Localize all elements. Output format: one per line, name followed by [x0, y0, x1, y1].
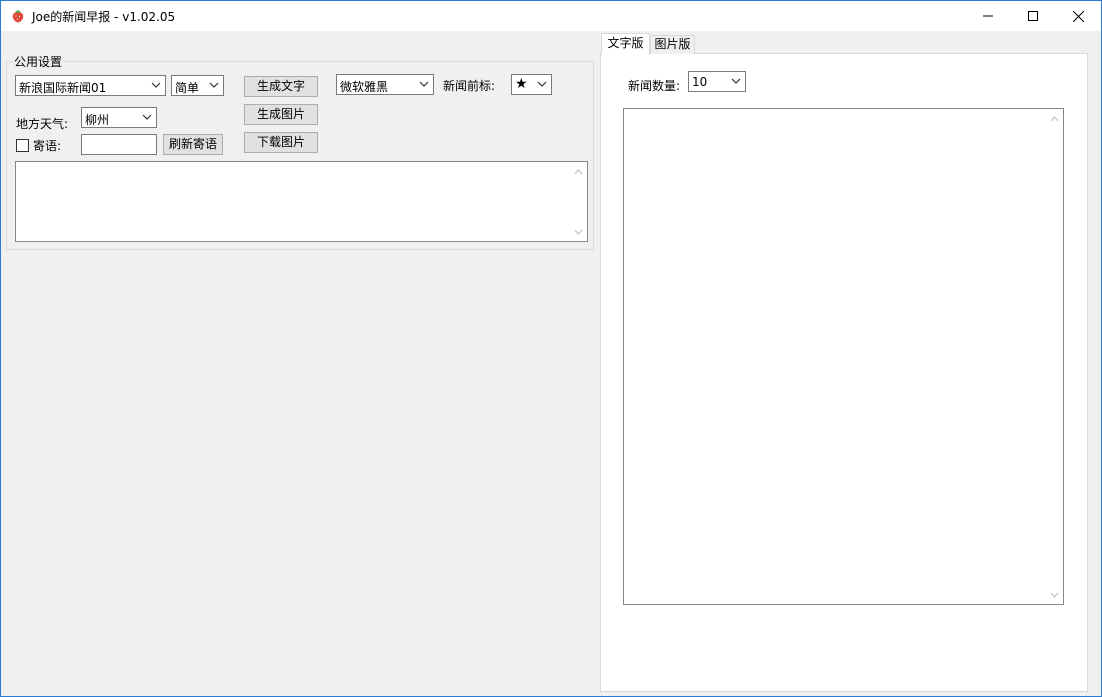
minimize-icon: [983, 15, 993, 17]
script-variant-value: 简单: [175, 81, 200, 95]
scroll-down-arrow-icon[interactable]: [1050, 592, 1059, 598]
download-image-button[interactable]: 下载图片: [244, 132, 318, 153]
maximize-button[interactable]: [1010, 1, 1056, 31]
log-textarea[interactable]: [15, 161, 588, 242]
news-prefix-value: ★: [515, 76, 528, 92]
text-version-tab-page: 新闻数量: 10: [600, 53, 1088, 692]
generate-text-button[interactable]: 生成文字: [244, 76, 318, 97]
chevron-down-icon: [537, 81, 547, 87]
refresh-message-button[interactable]: 刷新寄语: [163, 134, 223, 155]
group-title: 公用设置: [13, 53, 64, 70]
chevron-down-icon: [731, 78, 741, 84]
message-checkbox[interactable]: [16, 139, 29, 152]
chevron-down-icon: [419, 81, 429, 87]
generate-image-button[interactable]: 生成图片: [244, 104, 318, 125]
chevron-down-icon: [151, 82, 161, 88]
minimize-button[interactable]: [965, 1, 1011, 31]
script-variant-select[interactable]: 简单: [171, 75, 224, 96]
chevron-down-icon: [142, 114, 152, 120]
weather-label: 地方天气:: [16, 117, 69, 131]
news-count-select[interactable]: 10: [688, 71, 746, 92]
tab-text-version[interactable]: 文字版: [601, 33, 650, 55]
chevron-down-icon: [209, 82, 219, 88]
message-input[interactable]: [81, 134, 157, 155]
font-value: 微软雅黑: [340, 80, 389, 94]
message-label: 寄语:: [33, 139, 62, 153]
strawberry-icon: [12, 10, 24, 23]
news-prefix-select[interactable]: ★: [511, 74, 552, 95]
font-select[interactable]: 微软雅黑: [336, 74, 434, 95]
weather-city-select[interactable]: 柳州: [81, 107, 157, 128]
title-bar: Joe的新闻早报 - v1.02.05: [1, 1, 1101, 31]
scroll-up-arrow-icon[interactable]: [574, 169, 583, 175]
tab-image-version[interactable]: 图片版: [650, 35, 695, 54]
scroll-down-arrow-icon[interactable]: [574, 229, 583, 235]
news-prefix-label: 新闻前标:: [443, 79, 496, 93]
news-source-select[interactable]: 新浪国际新闻01: [15, 75, 166, 96]
scroll-up-arrow-icon[interactable]: [1050, 116, 1059, 122]
close-icon: [1072, 10, 1084, 22]
news-source-value: 新浪国际新闻01: [19, 81, 107, 95]
close-button[interactable]: [1055, 1, 1101, 31]
weather-city-value: 柳州: [85, 113, 110, 127]
news-output-textarea[interactable]: [623, 108, 1064, 605]
window-title: Joe的新闻早报 - v1.02.05: [32, 10, 176, 24]
main-window: Joe的新闻早报 - v1.02.05 公用设置 新浪国际新闻01 简单 地方天…: [0, 0, 1102, 697]
news-count-label: 新闻数量:: [628, 79, 681, 93]
maximize-icon: [1028, 11, 1038, 21]
news-count-value: 10: [692, 75, 708, 89]
